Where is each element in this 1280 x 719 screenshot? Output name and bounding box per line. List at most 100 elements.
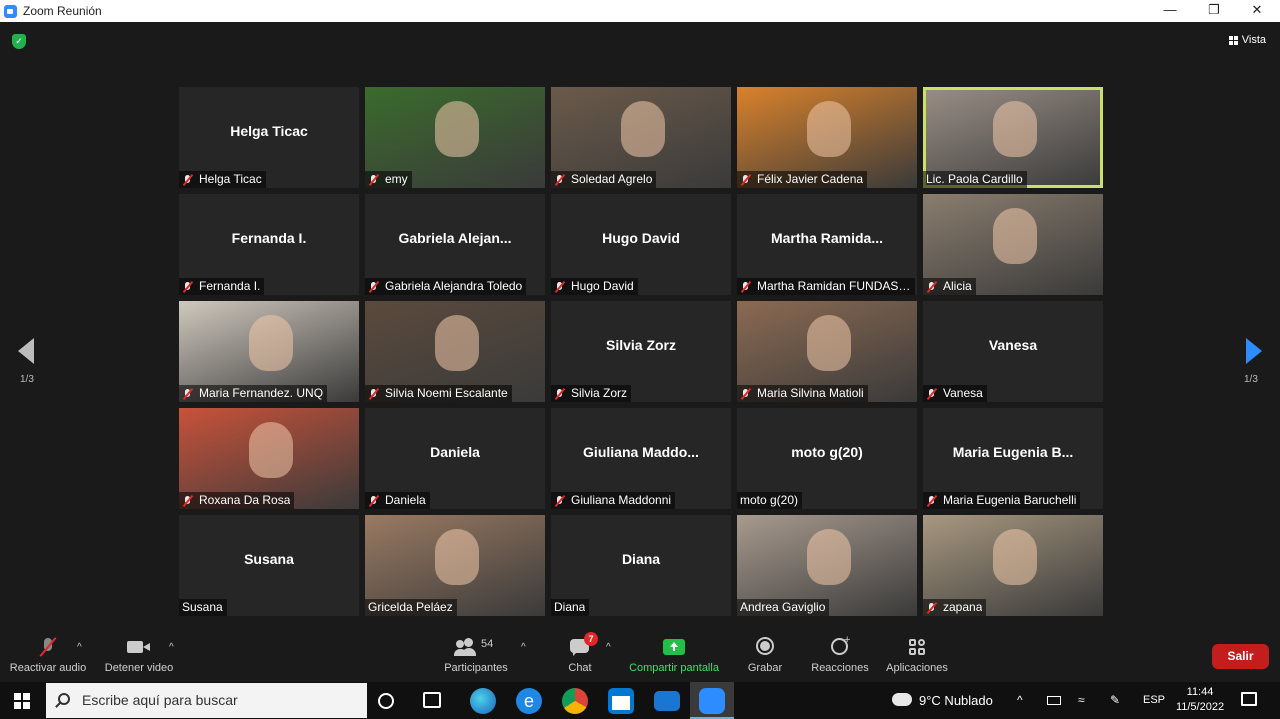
previous-page-icon[interactable] <box>18 338 34 364</box>
apps-icon <box>907 636 927 658</box>
reactions-label: Reacciones <box>811 662 869 674</box>
record-button[interactable]: Grabar <box>745 636 785 674</box>
taskbar-search-box[interactable]: Escribe aquí para buscar <box>46 683 367 718</box>
audio-options-chevron-icon[interactable]: ^ <box>77 642 82 653</box>
video-camera-icon <box>127 636 151 658</box>
participant-name: Félix Javier Cadena <box>757 172 864 186</box>
participant-video-feed <box>435 315 479 371</box>
muted-mic-icon <box>926 388 938 400</box>
weather-text[interactable]: 9°C Nublado <box>919 682 993 719</box>
participant-tile[interactable]: Lic. Paola Cardillo <box>923 87 1103 188</box>
chat-button[interactable]: 7 Chat <box>560 632 600 674</box>
store-icon[interactable] <box>608 688 634 714</box>
chrome-icon[interactable] <box>562 688 588 714</box>
participant-tile[interactable]: zapana <box>923 515 1103 616</box>
edge-icon[interactable] <box>470 688 496 714</box>
participant-name: Alicia <box>943 279 972 293</box>
participant-name-label: Lic. Paola Cardillo <box>923 171 1027 188</box>
stop-video-button[interactable]: Detener video <box>100 636 178 674</box>
language-indicator[interactable]: ESP <box>1143 682 1165 719</box>
participant-name-label: zapana <box>923 599 987 616</box>
participant-tile[interactable]: Alicia <box>923 194 1103 295</box>
tray-chevron-icon[interactable]: ^ <box>1017 682 1023 719</box>
participants-button[interactable]: 54 Participantes <box>440 636 512 674</box>
participant-tile[interactable]: Soledad Agrelo <box>551 87 731 188</box>
next-page-icon[interactable] <box>1246 338 1262 364</box>
participant-tile[interactable]: Susana Susana <box>179 515 359 616</box>
muted-mic-icon <box>554 495 566 507</box>
participant-tile[interactable]: Daniela Daniela <box>365 408 545 509</box>
participant-tile[interactable]: Silvia Noemi Escalante <box>365 301 545 402</box>
participant-name-label: Hugo David <box>551 278 638 295</box>
participant-name-label: Diana <box>551 599 590 616</box>
reactions-button[interactable]: + Reacciones <box>810 634 870 674</box>
unmute-audio-label: Reactivar audio <box>9 662 87 674</box>
participant-tile[interactable]: Gricelda Peláez <box>365 515 545 616</box>
participant-tile[interactable]: Martha Ramida... Martha Ramidan FUNDAS ..… <box>737 194 917 295</box>
participant-tile[interactable]: emy <box>365 87 545 188</box>
participant-name: Silvia Zorz <box>571 386 628 400</box>
participant-tile[interactable]: moto g(20) moto g(20) <box>737 408 917 509</box>
muted-mic-icon <box>182 174 194 186</box>
participant-display-name: Gabriela Alejan... <box>398 230 512 246</box>
muted-mic-icon <box>740 174 752 186</box>
participant-name-label: Gricelda Peláez <box>365 599 457 616</box>
participant-name-label: Maria Fernandez. UNQ <box>179 385 328 402</box>
windows-start-icon[interactable] <box>14 693 30 709</box>
participant-tile[interactable]: Hugo David Hugo David <box>551 194 731 295</box>
pen-icon[interactable]: ✎ <box>1110 682 1120 719</box>
window-titlebar: Zoom Reunión — ❐ ✕ <box>0 0 1280 22</box>
participant-tile[interactable]: Andrea Gaviglio <box>737 515 917 616</box>
muted-mic-icon <box>368 388 380 400</box>
participant-tile[interactable]: Giuliana Maddo... Giuliana Maddonni <box>551 408 731 509</box>
notifications-icon[interactable] <box>1241 692 1257 706</box>
internet-explorer-icon[interactable]: e <box>516 688 542 714</box>
cortana-icon[interactable] <box>378 693 394 709</box>
participant-name-label: Maria Eugenia Baruchelli <box>923 492 1081 509</box>
participant-tile[interactable]: Vanesa Vanesa <box>923 301 1103 402</box>
muted-mic-icon <box>182 388 194 400</box>
participant-tile[interactable]: Helga Ticac Helga Ticac <box>179 87 359 188</box>
leave-meeting-button[interactable]: Salir <box>1212 644 1269 669</box>
network-icon[interactable]: ≈ <box>1078 682 1085 719</box>
search-placeholder: Escribe aquí para buscar <box>82 692 238 708</box>
participant-display-name: Diana <box>621 551 661 567</box>
participant-tile[interactable]: Félix Javier Cadena <box>737 87 917 188</box>
record-icon <box>755 636 775 658</box>
video-options-chevron-icon[interactable]: ^ <box>169 642 174 653</box>
participant-name: Maria Silvina Matioli <box>757 386 864 400</box>
muted-mic-icon <box>554 388 566 400</box>
participant-tile[interactable]: Maria Silvina Matioli <box>737 301 917 402</box>
restore-icon[interactable]: ❐ <box>1194 0 1234 22</box>
view-button[interactable]: Vista <box>1228 34 1266 46</box>
task-view-icon[interactable] <box>423 692 441 708</box>
participant-tile[interactable]: Silvia Zorz Silvia Zorz <box>551 301 731 402</box>
participant-tile[interactable]: Maria Eugenia B... Maria Eugenia Baruchel… <box>923 408 1103 509</box>
muted-mic-icon <box>182 495 194 507</box>
chat-label: Chat <box>568 662 592 674</box>
zoom-taskbar-button[interactable] <box>690 682 734 719</box>
close-icon[interactable]: ✕ <box>1237 0 1277 22</box>
grid-view-icon <box>1228 35 1238 45</box>
share-screen-button[interactable]: Compartir pantalla <box>626 636 722 674</box>
battery-icon[interactable] <box>1047 696 1061 705</box>
participant-video-feed <box>249 422 293 478</box>
participant-tile[interactable]: Roxana Da Rosa <box>179 408 359 509</box>
unmute-audio-button[interactable]: Reactivar audio <box>8 636 88 674</box>
minimize-icon[interactable]: — <box>1150 0 1190 22</box>
apps-button[interactable]: Aplicaciones <box>884 636 950 674</box>
taskbar-clock[interactable]: 11:44 11/5/2022 <box>1174 685 1226 715</box>
participant-tile[interactable]: Diana Diana <box>551 515 731 616</box>
meeting-area: ✓ Vista 1/3 1/3 Helga Ticac Helga Ticac em… <box>0 22 1280 632</box>
participant-video-feed <box>621 101 665 157</box>
security-shield-icon[interactable]: ✓ <box>12 34 26 49</box>
participant-tile[interactable]: Fernanda I. Fernanda I. <box>179 194 359 295</box>
participants-options-chevron-icon[interactable]: ^ <box>521 642 526 653</box>
participant-tile[interactable]: Maria Fernandez. UNQ <box>179 301 359 402</box>
chat-options-chevron-icon[interactable]: ^ <box>606 642 611 653</box>
participant-tile[interactable]: Gabriela Alejan... Gabriela Alejandra Tol… <box>365 194 545 295</box>
participant-name-label: Gabriela Alejandra Toledo <box>365 278 527 295</box>
participant-name: Fernanda I. <box>199 279 261 293</box>
participant-name: Maria Fernandez. UNQ <box>199 386 324 400</box>
mail-icon[interactable] <box>654 691 680 711</box>
